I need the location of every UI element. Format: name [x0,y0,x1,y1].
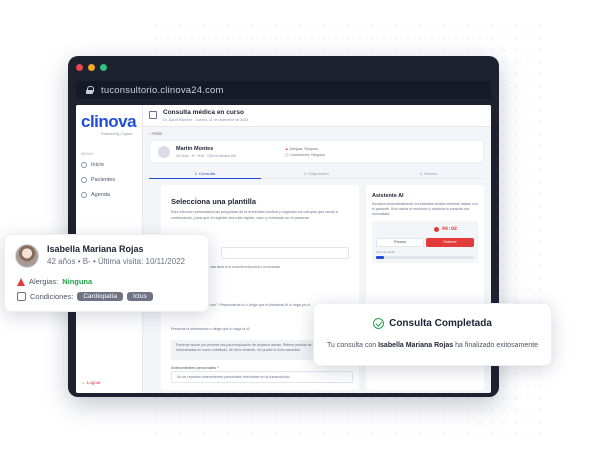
sidebar-item-label: Inicio [91,162,104,168]
logout-link[interactable]: → Logout [81,380,101,385]
app-logo[interactable]: clinova [81,112,137,132]
template-select[interactable] [221,247,349,259]
conditions-label: Condiciones: [289,153,311,157]
conditions-row: Condiciones: Cardiopatía Ictus [17,292,153,301]
allergies-value: Ninguna [62,277,93,286]
check-circle-icon [373,318,385,329]
recording-dot-icon [434,227,439,232]
conditions-icon [17,292,26,301]
logout-label: Logout [86,380,101,385]
toast-message: Tu consulta con Isabella Mariana Rojas h… [314,342,551,349]
patient-flags: ▲ Alergias: Ninguna ▢ Condiciones: Ningu… [285,147,325,157]
patient-info: 45 años · M · H15 · Clínica Médica 8/6 [176,154,236,158]
allergies-label: Alergias: [29,277,59,286]
maximize-dot[interactable] [100,64,107,71]
assistant-description: Escucha automáticamente la entrevista mé… [372,202,478,216]
antecedentes-field[interactable]: No se reportan antecedentes personales r… [171,371,353,383]
page-title: Consulta médica en curso [163,109,244,116]
home-icon [81,162,87,168]
avatar [15,244,39,268]
sidebar-item-label: Agenda [91,192,110,198]
template-description: Esta elección personaliza las preguntas … [171,210,338,220]
tab-consulta[interactable]: 1. Consulta [149,169,261,179]
antecedentes-label: Antecedentes personales * [171,365,219,370]
patient-name: Martín Montes [176,146,214,152]
condition-badge: Cardiopatía [77,292,123,301]
back-link[interactable]: ‹ Atrás [149,131,162,136]
toast-title: Consulta Completada [389,318,492,329]
conditions-label: Condiciones: [30,292,74,301]
toast-patient-name: Isabella Mariana Rojas [378,342,454,349]
allergies-row: Alergias: Ninguna [17,277,92,286]
patient-name: Isabella Mariana Rojas [47,244,144,254]
allergies-value: Ninguna [304,147,318,151]
patient-summary-card: Martín Montes 45 años · M · H15 · Clínic… [149,140,484,163]
audio-level-label: Nivel de audio [376,250,396,254]
minimize-dot[interactable] [88,64,95,71]
consultation-complete-toast: Consulta Completada Tu consulta con Isab… [313,303,552,366]
sidebar-item-inicio[interactable]: Inicio [81,162,104,168]
url-bar[interactable]: tuconsultorio.clinova24.com [76,81,491,99]
window-controls [76,64,107,71]
logo-subtitle: Powered by Cognex [101,132,133,136]
url-text: tuconsultorio.clinova24.com [101,84,224,96]
template-title: Selecciona una plantilla [171,197,257,206]
toast-message-prefix: Tu consulta con [326,342,377,349]
consultation-steps: 1. Consulta 2. Diagnóstico 3. Receta [149,169,485,179]
warning-icon [17,277,25,286]
tab-diagnostico[interactable]: 2. Diagnóstico [260,169,373,179]
sidebar-toggle-icon[interactable] [149,111,157,119]
page-subtitle: Dr. David Ramírez · Jueves, 11 de diciem… [163,118,249,122]
users-icon [81,177,87,183]
patient-card-floating: Isabella Mariana Rojas 42 años • B- • Úl… [4,234,209,312]
toast-title-row: Consulta Completada [314,318,551,329]
condition-badge: Ictus [126,292,153,301]
patient-info: 42 años • B- • Última visita: 10/11/2022 [47,257,185,266]
close-dot[interactable] [76,64,83,71]
back-label: Atrás [151,131,163,136]
stop-button[interactable]: Detener [426,238,474,247]
tab-receta[interactable]: 3. Receta [372,169,485,179]
audio-level-fill [376,256,384,259]
recording-timer: 00:02 [442,226,458,232]
toast-message-suffix: ha finalizado exitosamente [455,342,539,349]
recorder: 00:02 Pausar Detener Nivel de audio [372,221,478,263]
allergies-label: Alergias: [289,147,304,151]
sidebar-section-label: MENÚ [81,152,94,156]
sidebar-item-agenda[interactable]: Agenda [81,192,110,198]
sidebar-item-pacientes[interactable]: Pacientes [81,177,115,183]
audio-level-bar [376,256,474,259]
top-bar: Consulta médica en curso Dr. David Ramír… [143,105,491,127]
calendar-icon [81,192,87,198]
conditions-value: Ninguna [311,153,325,157]
lock-icon [86,86,94,94]
assistant-title: Asistente AI [372,193,404,199]
sidebar-item-label: Pacientes [91,177,116,183]
instruction-line: Presenta la información o dirige que lo … [171,327,250,331]
pause-button[interactable]: Pausar [376,238,424,247]
avatar [158,146,170,158]
